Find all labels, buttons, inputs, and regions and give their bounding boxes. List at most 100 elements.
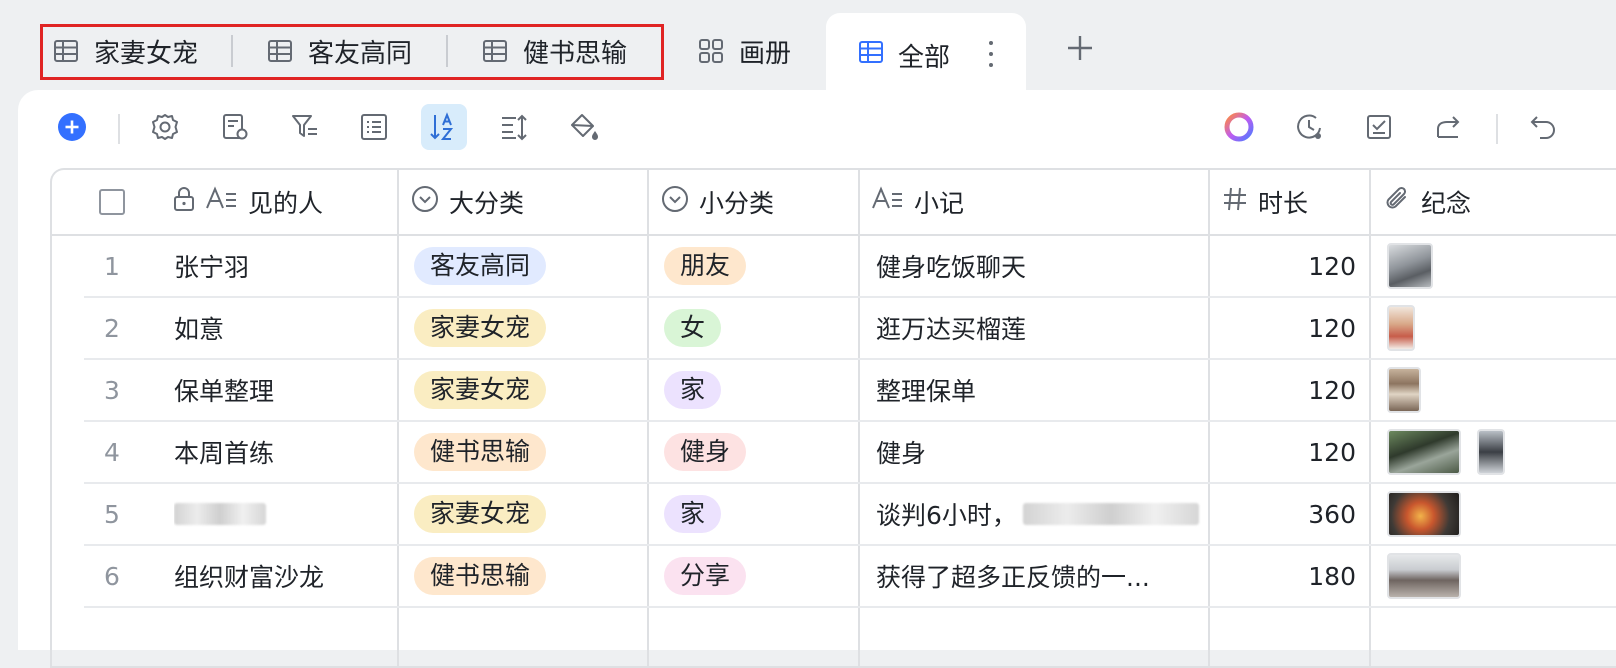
row-height-icon[interactable] xyxy=(491,104,537,150)
group-icon[interactable] xyxy=(351,104,397,150)
column-header-duration[interactable]: 时长 xyxy=(1222,170,1308,234)
column-label: 小分类 xyxy=(699,189,775,218)
note-cell[interactable]: 逛万达买榴莲 xyxy=(876,298,1206,358)
more-vertical-icon[interactable] xyxy=(980,37,1002,71)
photo-thumbnail[interactable] xyxy=(1387,243,1433,289)
history-icon[interactable] xyxy=(1286,104,1332,150)
plus-icon[interactable] xyxy=(1062,30,1098,66)
settings-icon[interactable] xyxy=(142,104,188,150)
attachment-cell[interactable] xyxy=(1387,546,1616,606)
note-cell[interactable]: 健身吃饭聊天 xyxy=(876,236,1206,296)
subcategory-cell[interactable]: 分享 xyxy=(664,546,854,606)
table-row[interactable]: 5 家妻女宠 家 谈判6小时， 360 xyxy=(52,484,1616,546)
category-tag: 健书思输 xyxy=(414,433,547,471)
row-number: 3 xyxy=(104,375,120,405)
person-cell[interactable]: 保单整理 xyxy=(174,360,394,420)
share-icon[interactable] xyxy=(1426,104,1472,150)
photo-thumbnail[interactable] xyxy=(1387,305,1415,351)
subcategory-tag: 朋友 xyxy=(664,247,747,285)
duration-cell[interactable]: 120 xyxy=(1212,236,1356,296)
add-record-icon[interactable] xyxy=(49,104,95,150)
tab-gallery[interactable]: 画册 xyxy=(697,22,791,80)
select-all-checkbox[interactable] xyxy=(99,170,125,234)
attachment-cell[interactable] xyxy=(1387,298,1616,358)
ai-assistant-icon[interactable] xyxy=(1216,104,1262,150)
person-cell[interactable]: 本周首练 xyxy=(174,422,394,482)
table-row[interactable]: 2 如意 家妻女宠 女 逛万达买榴莲 120 xyxy=(52,298,1616,360)
column-header-note[interactable]: 小记 xyxy=(872,170,964,234)
row-number: 5 xyxy=(104,499,120,529)
row-number: 6 xyxy=(104,561,120,591)
column-header-category[interactable]: 大分类 xyxy=(411,170,524,234)
person-cell[interactable]: 组织财富沙龙 xyxy=(174,546,394,606)
subcategory-cell[interactable]: 朋友 xyxy=(664,236,854,296)
duration-cell[interactable]: 120 xyxy=(1212,422,1356,482)
duration-cell[interactable]: 120 xyxy=(1212,298,1356,358)
subcategory-cell[interactable]: 家 xyxy=(664,360,854,420)
gallery-icon xyxy=(697,37,725,65)
note-cell[interactable]: 整理保单 xyxy=(876,360,1206,420)
subcategory-tag: 健身 xyxy=(664,433,747,471)
photo-thumbnail[interactable] xyxy=(1387,553,1461,599)
column-header-memento[interactable]: 纪念 xyxy=(1383,170,1471,234)
subcategory-cell[interactable]: 女 xyxy=(664,298,854,358)
category-tag: 家妻女宠 xyxy=(414,495,547,533)
filter-icon[interactable] xyxy=(282,104,328,150)
photo-thumbnail[interactable] xyxy=(1387,429,1461,475)
row-number: 4 xyxy=(104,437,120,467)
person-cell[interactable] xyxy=(174,484,394,544)
undo-icon[interactable] xyxy=(1520,104,1566,150)
category-cell[interactable]: 家妻女宠 xyxy=(414,360,644,420)
attachment-cell[interactable] xyxy=(1387,422,1616,482)
attachment-cell[interactable] xyxy=(1387,236,1616,296)
note-cell[interactable]: 健身 xyxy=(876,422,1206,482)
category-cell[interactable]: 健书思输 xyxy=(414,422,644,482)
attachment-cell[interactable] xyxy=(1387,484,1616,544)
data-table: 见的人 大分类 小分类 小记 时长 纪念 1 张宁羽 客友高同 朋友 健身吃饭聊… xyxy=(50,168,1616,668)
subcategory-cell[interactable]: 健身 xyxy=(664,422,854,482)
number-icon xyxy=(1222,186,1248,218)
column-header-person[interactable]: 见的人 xyxy=(172,170,323,234)
redacted-text xyxy=(1022,503,1199,525)
category-cell[interactable]: 健书思输 xyxy=(414,546,644,606)
table-row[interactable]: 6 组织财富沙龙 健书思输 分享 获得了超多正反馈的一... 180 xyxy=(52,546,1616,608)
note-text: 谈判6小时， xyxy=(876,501,1017,530)
duration-cell[interactable]: 360 xyxy=(1212,484,1356,544)
photo-thumbnail[interactable] xyxy=(1387,367,1421,413)
table-icon xyxy=(858,39,884,72)
person-cell[interactable]: 如意 xyxy=(174,298,394,358)
subcategory-cell[interactable]: 家 xyxy=(664,484,854,544)
category-cell[interactable]: 家妻女宠 xyxy=(414,298,644,358)
category-cell[interactable]: 家妻女宠 xyxy=(414,484,644,544)
table-row[interactable]: 1 张宁羽 客友高同 朋友 健身吃饭聊天 120 xyxy=(52,236,1616,298)
person-cell[interactable]: 张宁羽 xyxy=(174,236,394,296)
sort-icon[interactable] xyxy=(421,104,467,150)
category-tag: 家妻女宠 xyxy=(414,371,547,409)
attachment-cell[interactable] xyxy=(1387,360,1616,420)
row-number: 1 xyxy=(104,251,120,281)
note-cell[interactable]: 获得了超多正反馈的一... xyxy=(876,546,1206,606)
attachment-icon xyxy=(1383,185,1411,219)
main-panel: 见的人 大分类 小分类 小记 时长 纪念 1 张宁羽 客友高同 朋友 健身吃饭聊… xyxy=(18,90,1616,668)
column-label: 小记 xyxy=(914,189,965,218)
text-field-icon xyxy=(872,186,904,218)
task-check-icon[interactable] xyxy=(1356,104,1402,150)
column-header-subcategory[interactable]: 小分类 xyxy=(661,170,774,234)
tab-all[interactable]: 全部 xyxy=(826,13,1026,93)
note-cell[interactable]: 谈判6小时， xyxy=(876,484,1206,544)
duration-cell[interactable]: 180 xyxy=(1212,546,1356,606)
field-settings-icon[interactable] xyxy=(212,104,258,150)
photo-thumbnail[interactable] xyxy=(1387,491,1461,537)
fill-color-icon[interactable] xyxy=(561,104,607,150)
redacted-text xyxy=(174,503,266,525)
photo-thumbnail[interactable] xyxy=(1477,429,1505,475)
toolbar-divider xyxy=(118,114,120,144)
toolbar xyxy=(18,90,1616,168)
category-cell[interactable]: 客友高同 xyxy=(414,236,644,296)
single-select-icon xyxy=(411,185,439,219)
duration-cell[interactable]: 120 xyxy=(1212,360,1356,420)
text-field-icon xyxy=(206,186,238,218)
table-row[interactable]: 4 本周首练 健书思输 健身 健身 120 xyxy=(52,422,1616,484)
single-select-icon xyxy=(661,185,689,219)
table-row[interactable]: 3 保单整理 家妻女宠 家 整理保单 120 xyxy=(52,360,1616,422)
